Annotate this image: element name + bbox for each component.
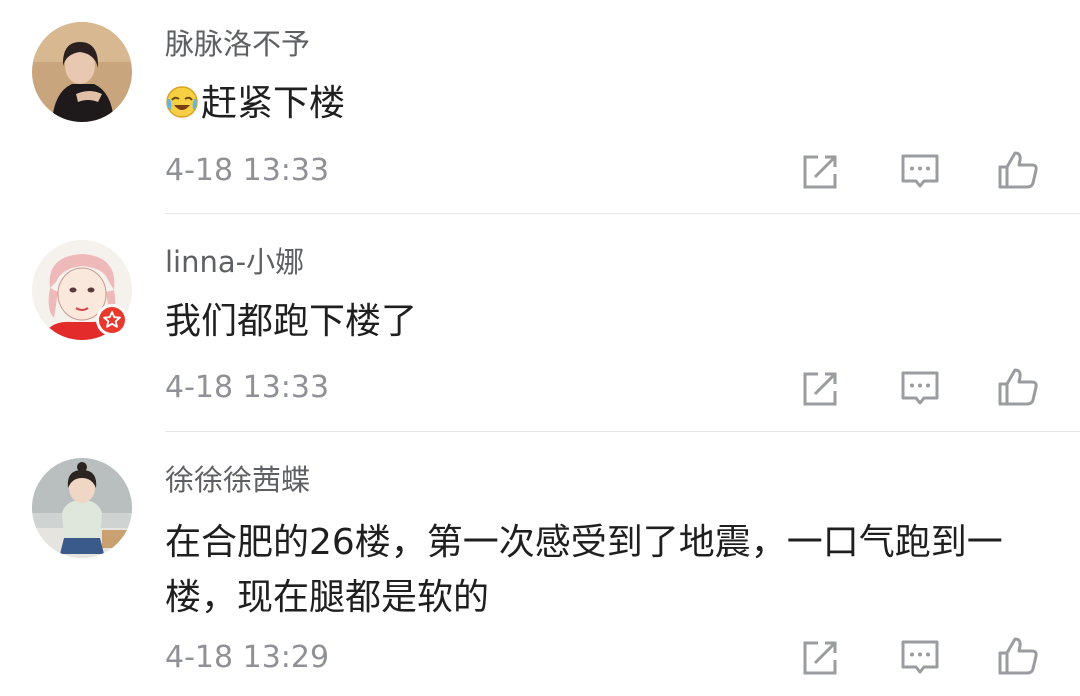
comment-button[interactable] <box>898 367 942 411</box>
like-button[interactable] <box>996 634 1040 678</box>
like-icon <box>998 368 1038 406</box>
timestamp: 4-18 13:33 <box>165 370 330 405</box>
like-button[interactable] <box>996 365 1040 409</box>
share-button[interactable] <box>798 636 842 680</box>
comment-text: 赶紧下楼 <box>165 76 1045 131</box>
comment-icon <box>901 371 939 405</box>
share-button[interactable] <box>798 367 842 411</box>
share-icon <box>803 372 837 406</box>
comment-icon <box>901 154 939 188</box>
like-icon <box>998 637 1038 675</box>
username[interactable]: 脉脉洛不予 <box>165 26 310 62</box>
verified-badge-icon <box>96 304 128 336</box>
comment-button[interactable] <box>898 150 942 194</box>
divider <box>165 431 1080 432</box>
share-icon <box>803 155 837 189</box>
comment-text: 在合肥的26楼，第一次感受到了地震，一口气跑到一 楼，现在腿都是软的 <box>165 515 1045 625</box>
comment-text-line: 在合肥的26楼，第一次感受到了地震，一口气跑到一 <box>165 522 1003 563</box>
username[interactable]: 徐徐徐茜蝶 <box>165 462 310 498</box>
comment-text-line: 楼，现在腿都是软的 <box>165 577 490 618</box>
divider <box>165 213 1080 214</box>
crying-laughing-emoji-icon <box>165 80 199 118</box>
share-button[interactable] <box>798 150 842 194</box>
comment-icon <box>901 640 939 674</box>
timestamp: 4-18 13:29 <box>165 640 330 675</box>
comment-button[interactable] <box>898 636 942 680</box>
comment-text-content: 赶紧下楼 <box>201 83 346 124</box>
username[interactable]: linna-小娜 <box>165 244 304 280</box>
comment-text: 我们都跑下楼了 <box>165 301 418 342</box>
timestamp: 4-18 13:33 <box>165 153 330 188</box>
share-icon <box>803 641 837 675</box>
avatar[interactable] <box>32 22 132 122</box>
avatar[interactable] <box>32 458 132 558</box>
like-icon <box>998 151 1038 189</box>
like-button[interactable] <box>996 148 1040 192</box>
